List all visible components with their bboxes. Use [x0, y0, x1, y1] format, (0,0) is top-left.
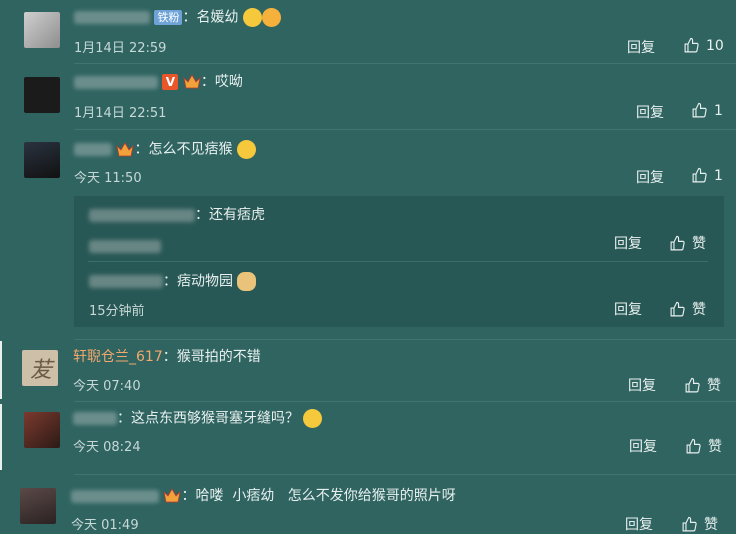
like-label: 赞 — [692, 236, 706, 252]
divider — [74, 474, 736, 475]
like-count: 1 — [714, 102, 723, 119]
avatar[interactable] — [20, 488, 56, 524]
thumbs-up-icon — [684, 37, 699, 53]
glasses-emoji-icon — [236, 140, 256, 159]
tiefen-badge: 铁粉 — [154, 10, 183, 25]
thumbs-up-icon — [692, 167, 707, 183]
laugh-cry-emoji-icon — [303, 409, 323, 428]
avatar[interactable]: 苃 — [22, 350, 58, 386]
like-button[interactable]: 赞 — [685, 436, 722, 456]
divider — [74, 129, 736, 130]
left-accent-bar — [0, 341, 2, 399]
reply-button[interactable]: 回复 — [628, 375, 656, 395]
comment-text: 哎呦 — [214, 74, 243, 90]
avatar[interactable] — [24, 77, 60, 113]
thumbs-up-icon — [682, 516, 697, 531]
crown-badge-icon — [183, 74, 201, 90]
username-blurred[interactable] — [71, 489, 159, 503]
avatar[interactable] — [24, 142, 60, 178]
comment-text: 猴哥拍的不错 — [176, 349, 261, 365]
username-link[interactable]: 轩聣仓兰_617 — [73, 349, 163, 365]
like-button[interactable]: 1 — [691, 102, 723, 119]
thumbs-up-icon — [670, 235, 685, 250]
svg-text:苃: 苃 — [30, 358, 55, 383]
reply-time: 15分钟前 — [89, 304, 145, 319]
comment-time: 今天 08:24 — [73, 440, 141, 455]
like-label: 赞 — [692, 302, 706, 318]
username-blurred[interactable] — [89, 275, 163, 288]
reply-button[interactable]: 回复 — [614, 299, 642, 319]
reply-line: ：还有痞虎 — [89, 206, 265, 224]
crown-badge-icon — [116, 141, 135, 158]
username-blurred[interactable] — [74, 75, 158, 89]
divider — [74, 401, 736, 402]
like-button[interactable]: 赞 — [669, 299, 706, 319]
comment-time: 今天 11:50 — [74, 171, 142, 186]
comment-time: 1月14日 22:59 — [74, 41, 167, 56]
doge-emoji-icon — [237, 272, 257, 291]
comment-line: ：哈喽 小痞幼 怎么不发你给猴哥的照片呀 — [71, 487, 456, 505]
username-blurred[interactable] — [74, 143, 112, 156]
reply-line: ：痞动物园 — [89, 272, 257, 291]
like-button[interactable]: 赞 — [669, 233, 706, 253]
like-label: 赞 — [708, 439, 722, 455]
reply-button[interactable]: 回复 — [636, 167, 664, 187]
avatar[interactable] — [24, 12, 60, 48]
reply-time-blurred — [89, 236, 161, 255]
comment-line: V ：哎呦 — [74, 73, 243, 91]
smile-emoji-icon — [242, 8, 262, 27]
left-accent-bar — [0, 404, 2, 470]
reply-text: 还有痞虎 — [209, 207, 265, 223]
username-blurred[interactable] — [89, 208, 195, 222]
reply-divider — [88, 261, 708, 262]
comment-line: 铁粉 ：名媛幼 — [74, 8, 281, 27]
thumbs-up-icon — [686, 438, 701, 453]
reply-button[interactable]: 回复 — [627, 37, 655, 57]
like-count: 1 — [714, 167, 723, 184]
crown-badge-icon — [163, 488, 182, 504]
divider — [74, 339, 736, 340]
comment-text: 哈喽 小痞幼 怎么不发你给猴哥的照片呀 — [195, 488, 456, 504]
like-label: 赞 — [707, 378, 721, 394]
like-button[interactable]: 赞 — [684, 375, 721, 395]
comment-time: 今天 01:49 — [71, 518, 139, 533]
thumbs-up-icon — [670, 301, 685, 316]
username-blurred[interactable] — [73, 412, 117, 425]
like-count: 10 — [706, 37, 724, 54]
heart-eyes-emoji-icon — [261, 8, 281, 27]
reply-button[interactable]: 回复 — [625, 514, 653, 534]
like-button[interactable]: 10 — [683, 37, 724, 54]
comment-line: ：这点东西够猴哥塞牙缝吗？ — [73, 409, 323, 428]
thumbs-up-icon — [685, 377, 700, 392]
comment-time: 今天 07:40 — [73, 379, 141, 394]
comment-text: 这点东西够猴哥塞牙缝吗？ — [131, 410, 299, 427]
like-button[interactable]: 赞 — [681, 514, 718, 534]
comment-time: 1月14日 22:51 — [74, 106, 167, 121]
reply-button[interactable]: 回复 — [636, 102, 664, 122]
thumbs-up-icon — [692, 102, 707, 118]
like-button[interactable]: 1 — [691, 167, 723, 184]
username-blurred[interactable] — [74, 11, 150, 24]
comment-line: 轩聣仓兰_617：猴哥拍的不错 — [73, 349, 261, 365]
comment-line: ：怎么不见痞猴 — [74, 140, 256, 159]
reply-button[interactable]: 回复 — [614, 233, 642, 253]
divider — [74, 63, 736, 64]
avatar[interactable] — [24, 412, 60, 448]
comment-text: 名媛幼 — [196, 9, 239, 26]
like-label: 赞 — [704, 517, 718, 533]
verified-v-badge: V — [162, 74, 179, 90]
reply-text: 痞动物园 — [177, 273, 233, 290]
reply-button[interactable]: 回复 — [629, 436, 657, 456]
comment-text: 怎么不见痞猴 — [148, 141, 233, 158]
